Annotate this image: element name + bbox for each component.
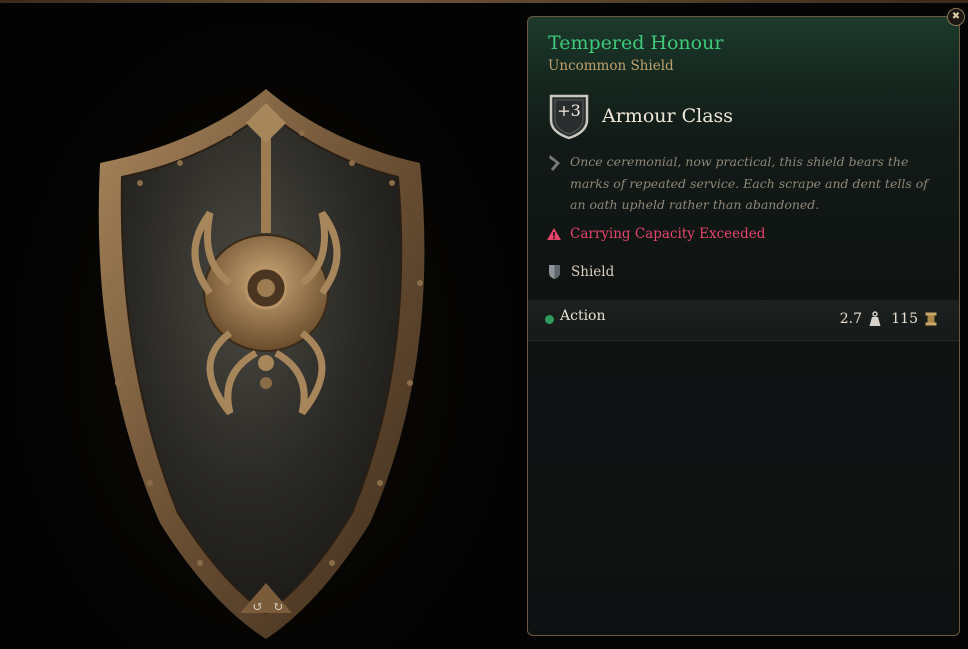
armour-class-badge: +3	[548, 92, 590, 140]
rotate-controls: ↺ ↻	[248, 597, 288, 619]
action-label: Action	[560, 308, 606, 324]
item-name: Tempered Honour	[548, 32, 724, 54]
shield-model-image	[98, 89, 425, 639]
item-weight: 2.7	[839, 311, 862, 327]
armour-class-value: +3	[557, 101, 581, 120]
gold-icon	[925, 312, 937, 326]
carrying-capacity-warning: Carrying Capacity Exceeded	[546, 226, 765, 242]
shield-icon	[549, 265, 560, 279]
quill-icon	[549, 155, 560, 171]
action-row: Action 2.7 115	[528, 300, 959, 341]
armour-class-row: +3 Armour Class	[548, 91, 733, 141]
item-preview-viewport[interactable]: ↺ ↻	[0, 3, 526, 649]
description-row: Once ceremonial, now practical, this shi…	[546, 151, 946, 216]
rotate-left-icon[interactable]: ↺	[251, 601, 265, 615]
rotate-right-icon[interactable]: ↻	[271, 601, 285, 615]
armour-class-label: Armour Class	[602, 105, 734, 127]
action-dot-icon	[545, 315, 554, 324]
item-type-row: Shield	[548, 264, 614, 280]
item-description: Once ceremonial, now practical, this shi…	[570, 154, 928, 212]
warning-text: Carrying Capacity Exceeded	[570, 226, 766, 242]
weight-icon	[869, 311, 881, 326]
close-button[interactable]: ✖	[947, 8, 965, 26]
item-rarity: Uncommon Shield	[548, 58, 674, 74]
item-type: Shield	[571, 264, 615, 280]
warning-icon	[547, 228, 561, 240]
item-tooltip-panel: Tempered Honour Uncommon Shield +3 Armou…	[527, 16, 960, 636]
item-value: 115	[891, 311, 918, 327]
close-icon: ✖	[951, 11, 961, 22]
